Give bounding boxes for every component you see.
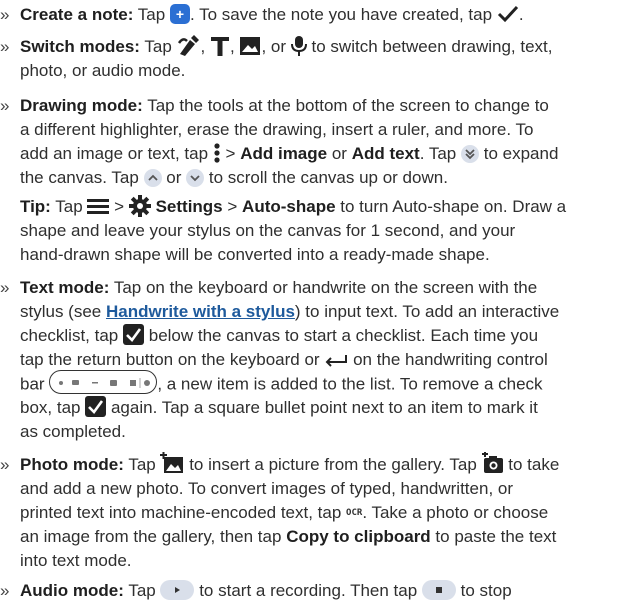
text: checklist, tap (20, 326, 119, 345)
bold-add-text: Add text (351, 144, 420, 163)
text: Tap (137, 5, 166, 24)
gallery-add-icon (160, 451, 184, 474)
handwriting-bar-icon (49, 370, 158, 394)
text: bar (20, 374, 45, 394)
text-t-icon (210, 36, 230, 56)
expand-icon (461, 144, 479, 163)
text: Tap (144, 37, 172, 56)
bullet: » (0, 5, 10, 24)
text: Tap the tools at the bottom of the scree… (147, 96, 549, 115)
bold-settings: Settings (155, 197, 223, 216)
text: photo, or audio mode. (20, 61, 186, 80)
bullet: » (0, 96, 10, 115)
bold-copy-to-clipboard: Copy to clipboard (286, 527, 431, 546)
text: tap the return button on the keyboard or (20, 350, 320, 369)
microphone-icon (290, 35, 307, 57)
text: ) to input text. To add an interactive (294, 302, 560, 321)
document-page: » Create a note: Tap . To save the note y… (0, 0, 622, 600)
more-vert-icon (213, 142, 221, 164)
gear-icon (128, 194, 151, 217)
ocr-icon: OCR (346, 507, 363, 518)
text: , or (261, 37, 287, 56)
text: , (230, 37, 235, 56)
text: . To save the note you have created, tap (189, 5, 493, 24)
text: . Tap (419, 144, 457, 163)
text: a different highlighter, erase the drawi… (20, 120, 534, 139)
text: below the canvas to start a checklist. E… (148, 326, 539, 345)
text: into text mode. (20, 551, 132, 570)
text: , a new item is added to the list. To re… (157, 374, 543, 394)
text: > (114, 197, 125, 216)
text: Tap on the keyboard or handwrite on the … (113, 278, 538, 297)
text: add an image or text, tap (20, 144, 209, 163)
plus-square-icon (169, 3, 190, 25)
heading-tip: Tip: (20, 197, 51, 216)
text: > (225, 144, 236, 163)
text: to take (508, 455, 560, 474)
scroll-up-icon (143, 168, 162, 187)
text: , (200, 37, 206, 56)
text: or (331, 144, 347, 163)
text: to switch between drawing, text, (311, 37, 553, 56)
text: to start a recording. Then tap (199, 581, 418, 600)
text: and add a new photo. To convert images o… (20, 479, 513, 498)
heading-drawing-mode: Drawing mode: (20, 96, 143, 115)
text: to turn Auto-shape on. Draw a (340, 197, 567, 216)
heading-switch-modes: Switch modes: (20, 37, 140, 56)
scroll-down-icon (186, 168, 205, 187)
text: Tap (55, 197, 83, 216)
bullet: » (0, 37, 10, 56)
heading-create-note: Create a note: (20, 5, 134, 24)
text: to stop (460, 581, 512, 600)
return-icon (324, 352, 348, 367)
text: to scroll the canvas up or down. (208, 168, 448, 187)
text: > (227, 197, 238, 216)
bold-auto-shape: Auto-shape (242, 197, 336, 216)
checkmark-icon (497, 5, 519, 23)
text: the canvas. Tap (20, 168, 139, 187)
text: as completed. (20, 422, 126, 441)
text: . Take a photo or choose (362, 503, 549, 522)
text: to expand (483, 144, 559, 163)
text: on the handwriting control (353, 350, 548, 369)
text: an image from the gallery, then tap (20, 527, 282, 546)
heading-photo-mode: Photo mode: (20, 455, 124, 474)
pen-icon (177, 34, 201, 57)
bullet: » (0, 278, 10, 297)
text: stylus (see (20, 302, 102, 321)
text: Tap (128, 581, 156, 600)
bullet: » (0, 455, 10, 474)
checkbox-icon (85, 396, 107, 418)
text: to paste the text (435, 527, 557, 546)
text: hand-drawn shape will be converted into … (20, 245, 490, 264)
text: to insert a picture from the gallery. Ta… (189, 455, 477, 474)
text: printed text into machine-encoded text, … (20, 503, 342, 522)
text: shape and leave your stylus on the canva… (20, 221, 516, 240)
text: or (166, 168, 182, 187)
bullet: » (0, 581, 10, 600)
text: . (518, 5, 524, 24)
menu-icon (87, 198, 110, 214)
text: box, tap (20, 398, 81, 417)
camera-add-icon (481, 450, 504, 474)
text: Tap (128, 455, 156, 474)
heading-text-mode: Text mode: (20, 278, 110, 297)
bold-add-image: Add image (240, 144, 328, 163)
image-icon (239, 36, 261, 56)
text: again. Tap a square bullet point next to… (110, 398, 538, 417)
heading-audio-mode: Audio mode: (20, 581, 124, 600)
handwrite-link[interactable]: Handwrite with a stylus (106, 302, 295, 321)
checkbox-icon (123, 324, 144, 346)
